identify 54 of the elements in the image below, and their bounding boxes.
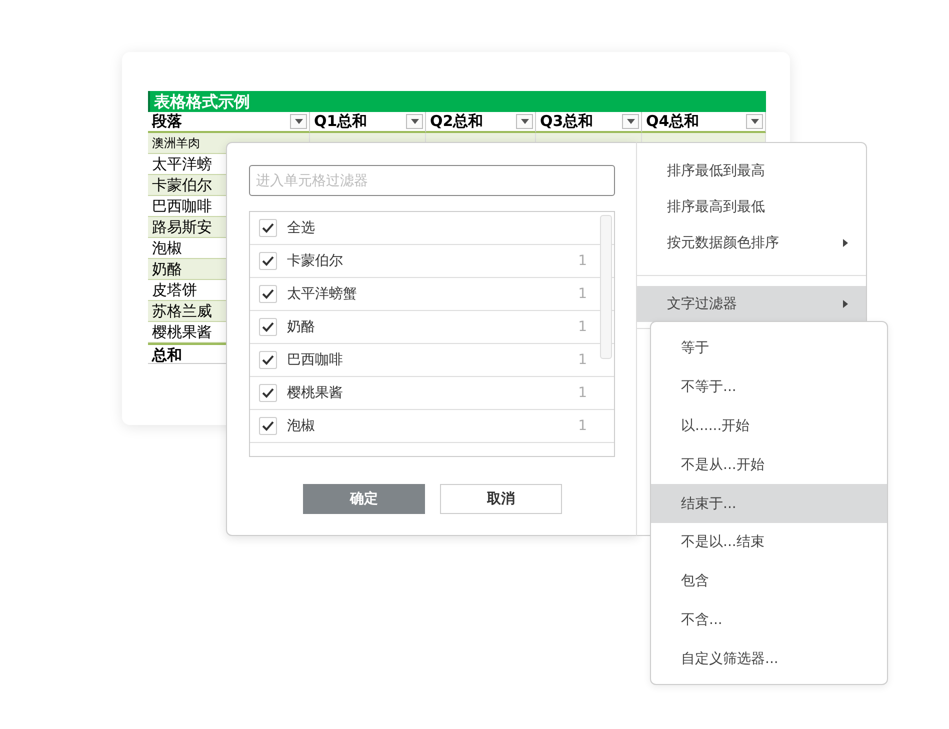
menu-item[interactable]: 排序最低到最高 [637, 153, 866, 189]
caret-icon [410, 118, 418, 124]
checkbox[interactable] [259, 417, 277, 435]
item-count: 1 [578, 319, 587, 335]
checkbox[interactable] [259, 384, 277, 402]
filter-dropdown-button[interactable] [406, 114, 423, 129]
checkbox[interactable] [259, 285, 277, 303]
item-count: 1 [578, 418, 587, 434]
caret-icon [750, 118, 758, 124]
filter-item-label: 樱桃果酱 [287, 384, 344, 402]
menu-item-label: 排序最低到最高 [667, 162, 765, 180]
caret-icon [520, 118, 528, 124]
checkbox[interactable] [259, 219, 277, 237]
menu-item[interactable]: 排序最高到最低 [637, 189, 866, 225]
checkbox[interactable] [259, 351, 277, 369]
menu-item-label: 按元数据颜色排序 [667, 234, 779, 252]
caret-icon [626, 118, 634, 124]
column-header: Q1总和 [314, 112, 368, 131]
filter-search-field[interactable]: 进入单元格过滤器 [249, 165, 615, 196]
menu-item[interactable]: 按元数据颜色排序 [637, 225, 866, 261]
item-count: 1 [578, 286, 587, 302]
menu-item[interactable]: 不含... [651, 600, 887, 640]
menu-item-label: 文字过滤器 [667, 295, 737, 313]
filter-dropdown-button[interactable] [290, 114, 307, 129]
checkbox[interactable] [259, 252, 277, 270]
menu-item-label: 排序最高到最低 [667, 198, 765, 216]
filter-dropdown-button[interactable] [622, 114, 639, 129]
menu-item[interactable]: 包含 [651, 562, 887, 601]
submenu-arrow-icon [843, 239, 848, 247]
column-header: Q2总和 [430, 112, 484, 131]
column-header: Q3总和 [540, 112, 594, 131]
cancel-button[interactable]: 取消 [440, 484, 562, 514]
menu-item[interactable]: 文字过滤器 [637, 286, 866, 322]
menu-item[interactable]: 自定义筛选器... [651, 639, 887, 678]
scrollbar[interactable] [600, 215, 612, 359]
filter-item-label: 泡椒 [287, 417, 316, 435]
menu-item[interactable]: 不是以...结束 [651, 522, 887, 562]
column-header: 段落 [152, 112, 182, 131]
item-count: 1 [578, 253, 587, 269]
filter-dropdown-button[interactable] [516, 114, 533, 129]
item-count: 1 [578, 385, 587, 401]
checkbox[interactable] [259, 318, 277, 336]
filter-dropdown-button[interactable] [746, 114, 763, 129]
column-header: Q4总和 [646, 112, 700, 131]
submenu-arrow-icon [843, 300, 848, 308]
menu-item[interactable]: 不等于... [651, 368, 887, 407]
ok-button[interactable]: 确定 [303, 484, 425, 514]
table-title: 表格格式示例 [148, 91, 766, 112]
menu-item[interactable]: 结束于... [651, 484, 887, 523]
menu-item[interactable]: 不是从...开始 [651, 445, 887, 484]
menu-item[interactable]: 以......开始 [651, 406, 887, 446]
menu-item[interactable]: 等于 [651, 329, 887, 368]
item-count: 1 [578, 352, 587, 368]
caret-icon [294, 118, 302, 124]
